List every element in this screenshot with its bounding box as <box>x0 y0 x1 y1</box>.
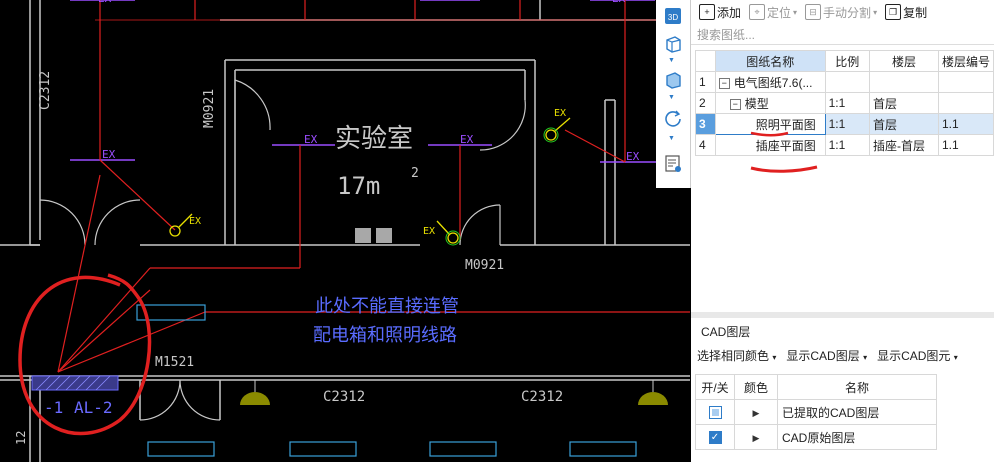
fixture-tag: EX <box>98 0 111 5</box>
drawing-manager-panel: + 添加 ⌖ 定位 ▾ ⊟ 手动分割 ▾ ❐ 复制 搜索图纸... 图纸名称 比… <box>691 0 994 462</box>
cad-canvas[interactable]: C2312 M0921 实验室 17m 2 M0921 M1521 C2312 … <box>0 0 690 462</box>
cube-view-icon[interactable] <box>661 32 685 56</box>
window-label-corridor-1: C2312 <box>323 389 366 405</box>
annotation-line-2: 配电箱和照明线路 <box>313 325 457 346</box>
cad-layer-title: CAD图层 <box>701 325 751 339</box>
col-header-layer-name: 名称 <box>777 374 937 400</box>
chevron-down-icon: ▾ <box>953 353 958 362</box>
chevron-down-icon: ▾ <box>772 353 777 362</box>
fixture-tag: EX <box>626 150 640 163</box>
chevron-down-icon[interactable]: ▼ <box>668 57 675 64</box>
fixture-tag: EX <box>102 148 116 161</box>
show-cad-layer-label: 显示CAD图层 <box>786 349 860 363</box>
chevron-down-icon[interactable]: ▼ <box>668 94 675 101</box>
select-same-color-label: 选择相同颜色 <box>697 349 770 363</box>
table-row[interactable]: ✓ ▶ CAD原始图层 <box>695 424 937 450</box>
select-same-color-button[interactable]: 选择相同颜色 ▾ <box>697 347 776 364</box>
panel-splitter[interactable] <box>691 312 994 318</box>
layer-toggle-checkbox[interactable]: ✓ <box>708 431 722 445</box>
edge-label: 12 <box>14 430 28 445</box>
col-header-toggle: 开/关 <box>695 374 735 400</box>
show-cad-layer-button[interactable]: 显示CAD图层 ▾ <box>786 347 867 364</box>
layer-list-icon[interactable] <box>661 152 685 176</box>
light-tag: EX <box>554 108 567 119</box>
table-row[interactable]: ▶ 已提取的CAD图层 <box>695 399 937 425</box>
col-header-color: 颜色 <box>734 374 778 400</box>
expand-arrow-icon[interactable]: ▶ <box>753 408 760 418</box>
room-area: 17m <box>337 172 381 200</box>
expand-arrow-icon[interactable]: ▶ <box>753 433 760 443</box>
chevron-down-icon[interactable]: ▼ <box>668 135 675 142</box>
chevron-down-icon: ▾ <box>863 353 868 362</box>
door-label-corridor: M1521 <box>155 355 195 370</box>
annotation-line-1: 此处不能直接连管 <box>315 296 459 317</box>
cad-layer-toolbar: 选择相同颜色 ▾ 显示CAD图层 ▾ 显示CAD图元 ▾ <box>697 347 958 364</box>
layer-toggle-checkbox[interactable] <box>708 406 722 420</box>
panel-label-1: -1 <box>44 398 64 417</box>
3d-view-icon[interactable]: 3D <box>661 4 685 28</box>
door-label-vertical: M0921 <box>202 88 217 128</box>
rotate-icon[interactable] <box>661 106 685 130</box>
show-cad-element-button[interactable]: 显示CAD图元 ▾ <box>877 347 958 364</box>
show-cad-element-label: 显示CAD图元 <box>877 349 951 363</box>
cad-layer-table: 开/关 颜色 名称 ▶ 已提取的CAD图层 ✓ ▶ CAD原始图层 <box>695 374 937 450</box>
panel-label-2: AL-2 <box>74 398 113 417</box>
fixture-tag: EX <box>612 0 625 5</box>
layer-name: 已提取的CAD图层 <box>777 399 937 425</box>
fixture-tag: EX <box>304 133 318 146</box>
underline-marks <box>750 131 818 173</box>
svg-text:3D: 3D <box>668 13 678 22</box>
light-tag: EX <box>189 216 202 227</box>
light-tag: EX <box>423 226 436 237</box>
window-label-left: C2312 <box>38 70 53 110</box>
door-label-bottom: M0921 <box>465 258 505 273</box>
view-toolstrip: 3D ▼ ▼ ▼ <box>656 0 691 188</box>
room-name: 实验室 <box>335 124 414 154</box>
layer-name: CAD原始图层 <box>777 424 937 450</box>
room-area-exponent: 2 <box>411 166 419 181</box>
solid-cube-icon[interactable] <box>661 68 685 92</box>
cad-layer-table-header: 开/关 颜色 名称 <box>695 374 937 400</box>
window-label-corridor-2: C2312 <box>521 389 564 405</box>
fixture-tag: EX <box>460 133 474 146</box>
